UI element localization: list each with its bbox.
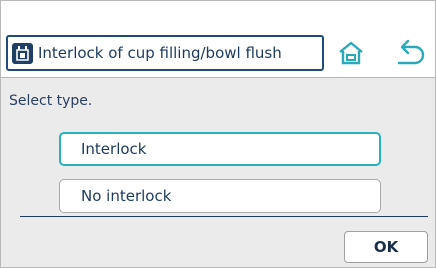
title-box: Interlock of cup filling/bowl flush: [6, 35, 324, 71]
ok-label: OK: [373, 238, 399, 256]
home-button[interactable]: [331, 35, 371, 71]
select-type-prompt: Select type.: [9, 93, 93, 109]
divider: [20, 216, 428, 217]
back-button[interactable]: [389, 33, 431, 73]
dialog-frame: Interlock of cup filling/bowl flush Sele…: [0, 0, 436, 268]
ok-button[interactable]: OK: [344, 231, 428, 263]
back-arrow-icon: [397, 39, 425, 65]
cup-filler-icon: [12, 42, 33, 64]
page-title: Interlock of cup filling/bowl flush: [38, 44, 282, 62]
option-no-interlock[interactable]: No interlock: [59, 179, 381, 213]
option-label: Interlock: [81, 140, 147, 158]
home-icon: [339, 41, 363, 65]
header-bar: Interlock of cup filling/bowl flush: [1, 1, 435, 78]
option-interlock[interactable]: Interlock: [59, 132, 381, 166]
option-label: No interlock: [81, 187, 172, 205]
